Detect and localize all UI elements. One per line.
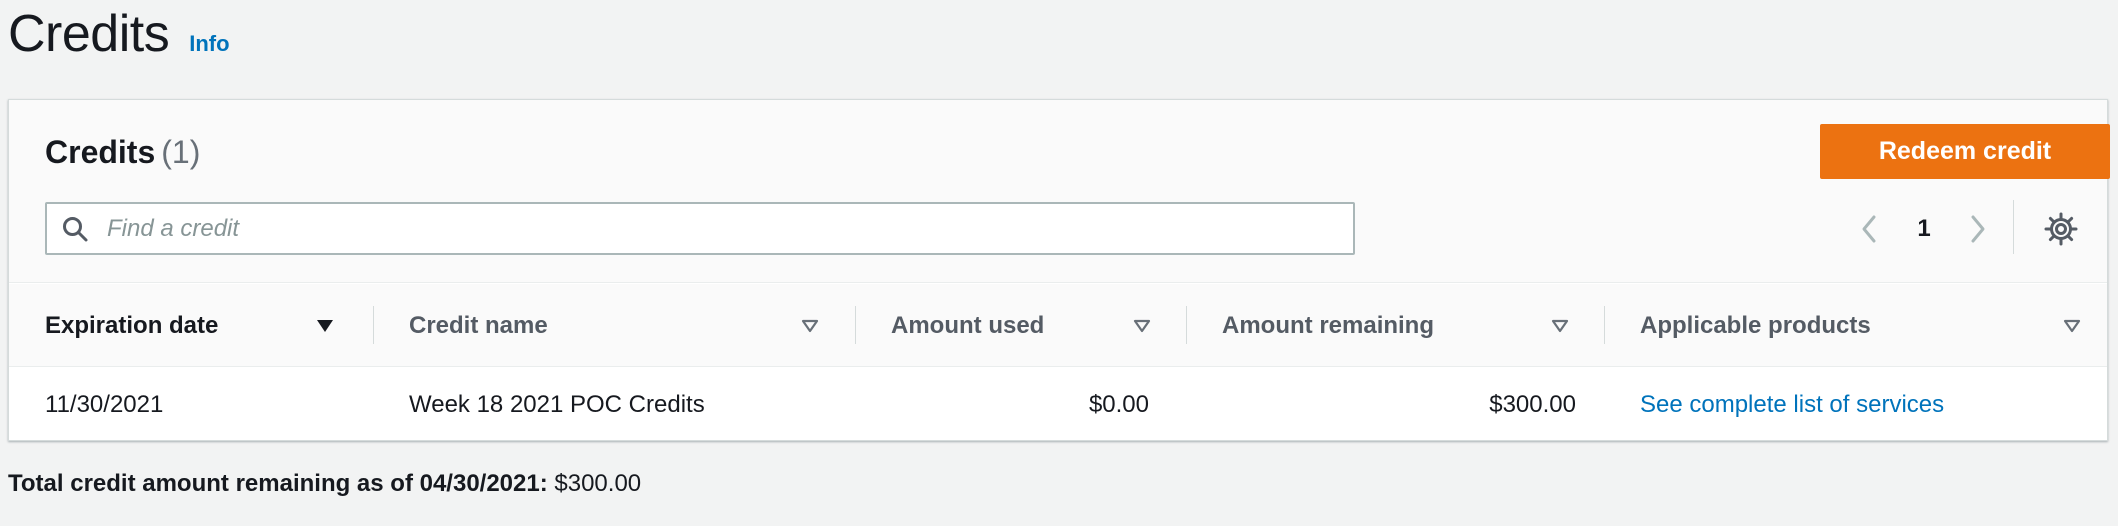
search-input[interactable]: [107, 204, 1347, 253]
next-page-icon[interactable]: [1962, 212, 1992, 246]
column-header-expiration-date[interactable]: Expiration date: [45, 284, 325, 367]
info-link[interactable]: Info: [189, 31, 229, 57]
page-number-current[interactable]: 1: [1909, 212, 1939, 246]
column-header-applicable-products[interactable]: Applicable products: [1640, 284, 2020, 367]
redeem-credit-button[interactable]: Redeem credit: [1820, 124, 2110, 179]
column-divider: [373, 306, 374, 344]
page-title: Credits: [8, 5, 170, 63]
pager-divider: [2013, 200, 2014, 254]
sort-icon[interactable]: [1550, 317, 1570, 335]
previous-page-icon[interactable]: [1855, 212, 1885, 246]
column-divider: [1604, 306, 1605, 344]
credit-count: (1): [161, 134, 201, 170]
column-header-credit-name[interactable]: Credit name: [409, 284, 809, 367]
search-box[interactable]: [45, 202, 1355, 255]
total-remaining-value: $300.00: [554, 470, 642, 497]
sort-icon[interactable]: [800, 317, 820, 335]
cell-credit-name: Week 18 2021 POC Credits: [409, 391, 705, 418]
search-icon: [63, 217, 88, 242]
table-row: 11/30/2021 Week 18 2021 POC Credits $0.0…: [9, 368, 2107, 442]
sort-icon[interactable]: [2062, 317, 2082, 335]
sort-icon[interactable]: [1132, 317, 1152, 335]
cell-expiration-date: 11/30/2021: [45, 391, 164, 418]
column-header-amount-used[interactable]: Amount used: [891, 284, 1211, 367]
column-divider: [1186, 306, 1187, 344]
cell-amount-remaining: $300.00: [1489, 391, 1576, 418]
see-services-link[interactable]: See complete list of services: [1640, 391, 1944, 419]
total-remaining-summary: Total credit amount remaining as of 04/3…: [8, 470, 641, 498]
column-divider: [855, 306, 856, 344]
panel-title-text: Credits: [45, 134, 156, 170]
sort-descending-icon[interactable]: [315, 317, 335, 335]
cell-amount-used: $0.00: [1088, 391, 1149, 418]
credits-panel: Credits(1) Redeem credit 1: [8, 99, 2110, 442]
panel-header: Credits(1) Redeem credit 1: [9, 100, 2110, 283]
total-remaining-label: Total credit amount remaining as of 04/3…: [8, 470, 548, 497]
cell-applicable-products: See complete list of services: [1640, 368, 2100, 442]
panel-title: Credits (1): [45, 134, 200, 171]
gear-icon[interactable]: [2043, 211, 2079, 247]
table-header: Expiration date Credit name Amount used …: [9, 284, 2107, 367]
column-header-amount-remaining[interactable]: Amount remaining: [1222, 284, 1582, 367]
page-header: Credits Info: [8, 4, 230, 64]
